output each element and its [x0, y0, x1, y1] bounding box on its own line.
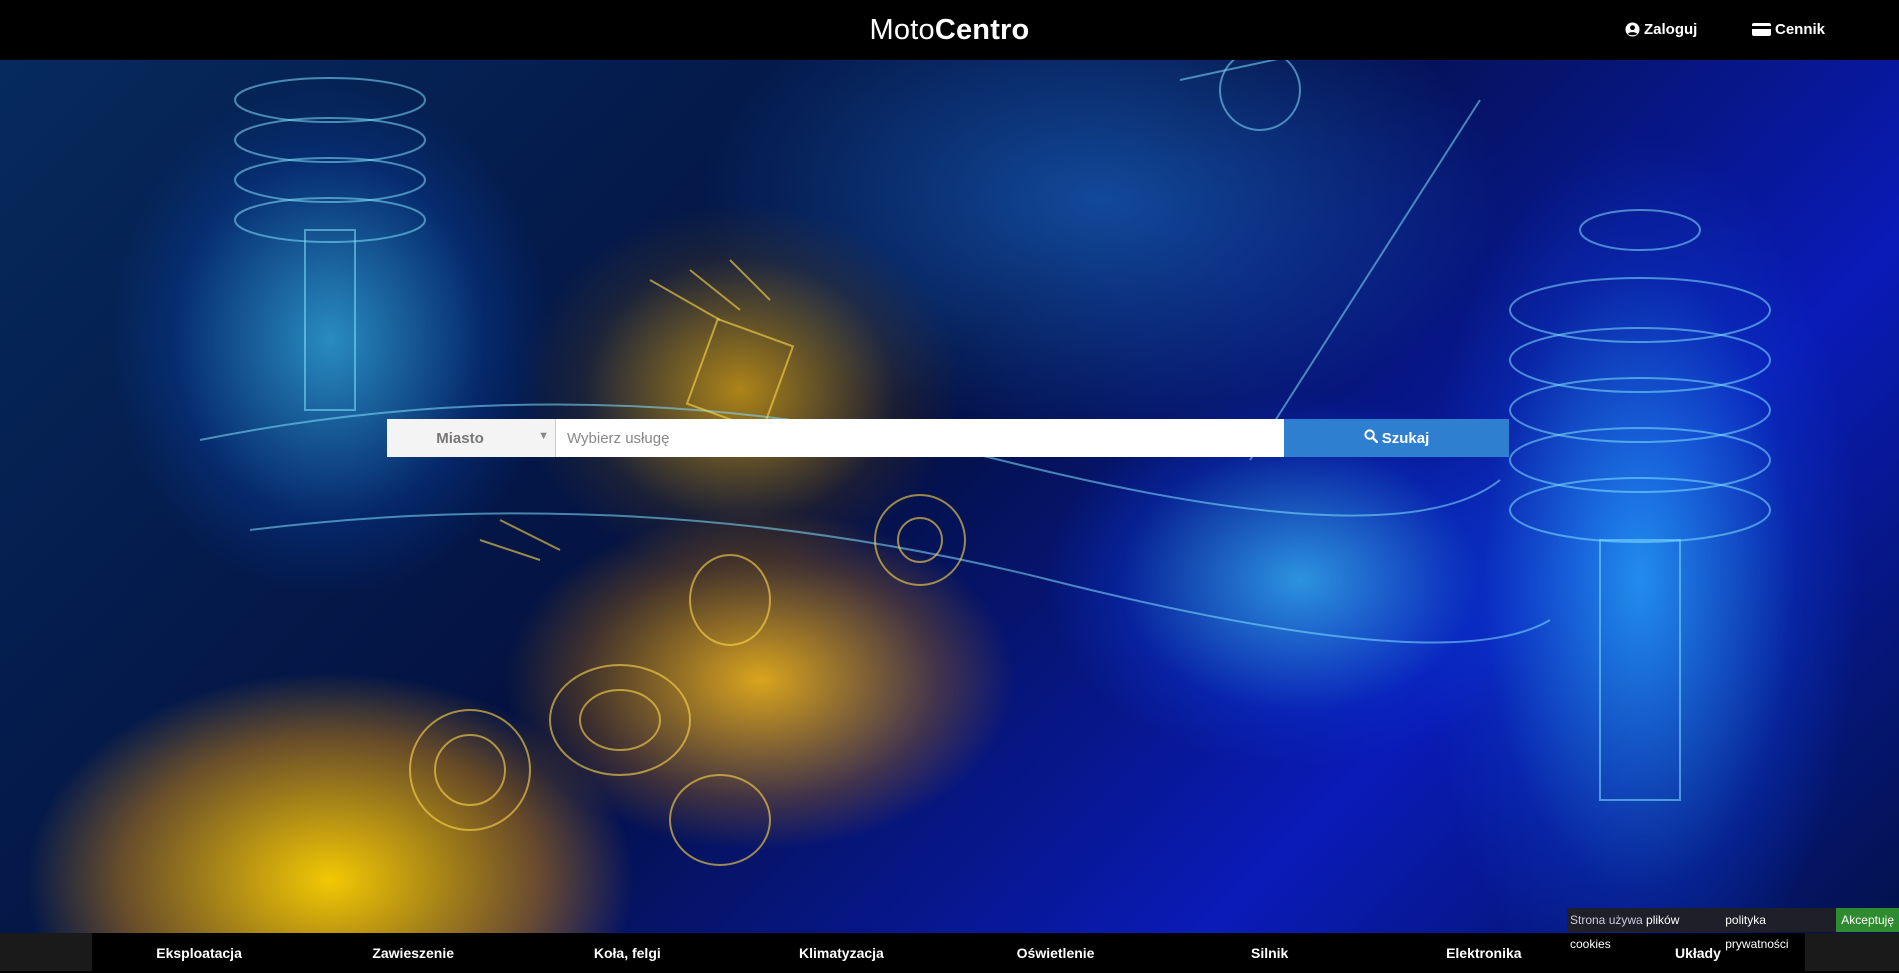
category-item-silnik[interactable]: Silnik — [1163, 933, 1377, 971]
cookie-message-text: Strona używa — [1570, 913, 1647, 927]
hero-background-image — [0, 60, 1899, 933]
category-item-elektronika[interactable]: Elektronika — [1377, 933, 1591, 971]
category-item-kola-felgi[interactable]: Koła, felgi — [520, 933, 734, 971]
credit-card-icon — [1752, 23, 1771, 36]
category-item-zawieszenie[interactable]: Zawieszenie — [306, 933, 520, 971]
category-item-eksploatacja[interactable]: Eksploatacja — [92, 933, 306, 971]
city-dropdown[interactable]: Miasto ▼ — [387, 419, 556, 457]
pricing-link[interactable]: Cennik — [1752, 21, 1825, 38]
engine-wireframe-illustration — [199, 60, 1771, 866]
top-header: MotoCentro Zaloguj Cennik — [0, 0, 1899, 60]
service-search-form: Miasto ▼ Szukaj — [387, 419, 1509, 457]
login-link[interactable]: Zaloguj — [1625, 21, 1697, 38]
user-circle-icon — [1625, 22, 1640, 37]
privacy-policy-link[interactable]: polityka prywatności — [1725, 908, 1837, 951]
chevron-down-icon: ▼ — [538, 430, 549, 442]
logo-text-light: Moto — [869, 14, 935, 46]
search-button-label: Szukaj — [1381, 429, 1430, 447]
pricing-label: Cennik — [1775, 21, 1826, 38]
cookie-message: Strona używa plików cookies — [1567, 908, 1726, 951]
login-label: Zaloguj — [1644, 21, 1698, 38]
category-item-klimatyzacja[interactable]: Klimatyzacja — [734, 933, 948, 971]
cookie-consent-bar: Strona używa plików cookies polityka pry… — [1567, 908, 1899, 951]
search-button[interactable]: Szukaj — [1284, 419, 1509, 457]
site-logo[interactable]: MotoCentro — [0, 13, 1899, 47]
search-icon — [1364, 429, 1378, 447]
cookie-accept-button[interactable]: Akceptuję — [1836, 908, 1899, 932]
category-item-oswietlenie[interactable]: Oświetlenie — [949, 933, 1163, 971]
category-navigation: Eksploatacja Zawieszenie Koła, felgi Kli… — [92, 933, 1805, 971]
logo-text-bold: Centro — [934, 14, 1030, 46]
city-dropdown-label: Miasto — [436, 429, 484, 447]
service-search-input[interactable] — [556, 419, 1284, 457]
